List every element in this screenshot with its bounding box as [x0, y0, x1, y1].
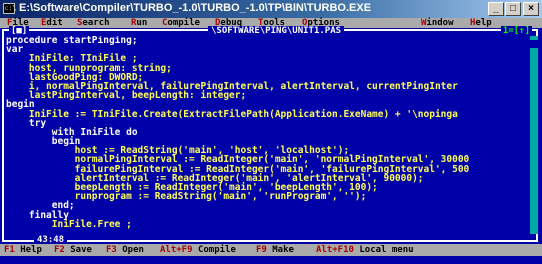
editor-frame-top: [■] \SOFTWARE\PING\UNIT1.PAS 1=[↑]	[0, 26, 542, 36]
code-line: end;	[6, 200, 75, 212]
close-button[interactable]: ×	[523, 2, 539, 16]
status-help-label: Help	[20, 245, 42, 255]
code-line: lastPingInterval, beepLength: integer;	[6, 90, 247, 102]
status-make[interactable]: F9 Make	[256, 245, 294, 255]
status-help[interactable]: F1 Help	[4, 245, 42, 255]
status-local-menu-key: Alt+F10	[316, 245, 354, 255]
status-open-label: Open	[122, 245, 144, 255]
minimize-button[interactable]: _	[488, 2, 504, 16]
status-help-key: F1	[4, 245, 15, 255]
status-make-label: Make	[272, 245, 294, 255]
dos-console-window: ᴄ:\ E:\Software\Compiler\TURBO_-1.0\TURB…	[0, 0, 542, 264]
console-icon-glyph: ᴄ:\	[5, 4, 17, 12]
status-bar: F1 Help F2 Save F3 Open Alt+F9 Compile F…	[0, 244, 542, 256]
status-save-label: Save	[70, 245, 92, 255]
status-save[interactable]: F2 Save	[54, 245, 92, 255]
editor-vertical-scrollbar[interactable]	[530, 36, 538, 234]
editor-file-title: \SOFTWARE\PING\UNIT1.PAS	[208, 26, 345, 36]
window-bottom-edge	[0, 256, 542, 264]
editor-close-box[interactable]: [■]	[9, 26, 30, 36]
maximize-button[interactable]: □	[505, 2, 521, 16]
status-compile[interactable]: Alt+F9 Compile	[160, 245, 236, 255]
status-make-key: F9	[256, 245, 267, 255]
status-local-menu-label: Local menu	[359, 245, 414, 255]
code-line: IniFile.Free ;	[6, 218, 132, 230]
scrollbar-thumb[interactable]	[530, 40, 538, 48]
status-save-key: F2	[54, 245, 65, 255]
console-icon[interactable]: ᴄ:\	[3, 3, 17, 14]
code-line: IniFile := TIniFile.Create(ExtractFilePa…	[6, 108, 458, 120]
code-line: procedure startPinging;	[6, 36, 138, 46]
editor-zoom-box[interactable]: 1=[↑]	[500, 26, 532, 36]
status-open[interactable]: F3 Open	[106, 245, 144, 255]
status-open-key: F3	[106, 245, 117, 255]
window-titlebar[interactable]: ᴄ:\ E:\Software\Compiler\TURBO_-1.0\TURB…	[0, 0, 542, 18]
code-line: with IniFile do	[6, 126, 138, 138]
code-editor[interactable]: procedure startPinging; var IniFile: TIn…	[6, 36, 536, 234]
status-local-menu[interactable]: Alt+F10 Local menu	[316, 245, 414, 255]
code-line: runprogram := ReadString('main', 'runPro…	[6, 191, 367, 203]
status-compile-key: Alt+F9	[160, 245, 193, 255]
status-compile-label: Compile	[197, 245, 236, 255]
window-title: E:\Software\Compiler\TURBO_-1.0\TURBO_-1…	[19, 2, 372, 14]
